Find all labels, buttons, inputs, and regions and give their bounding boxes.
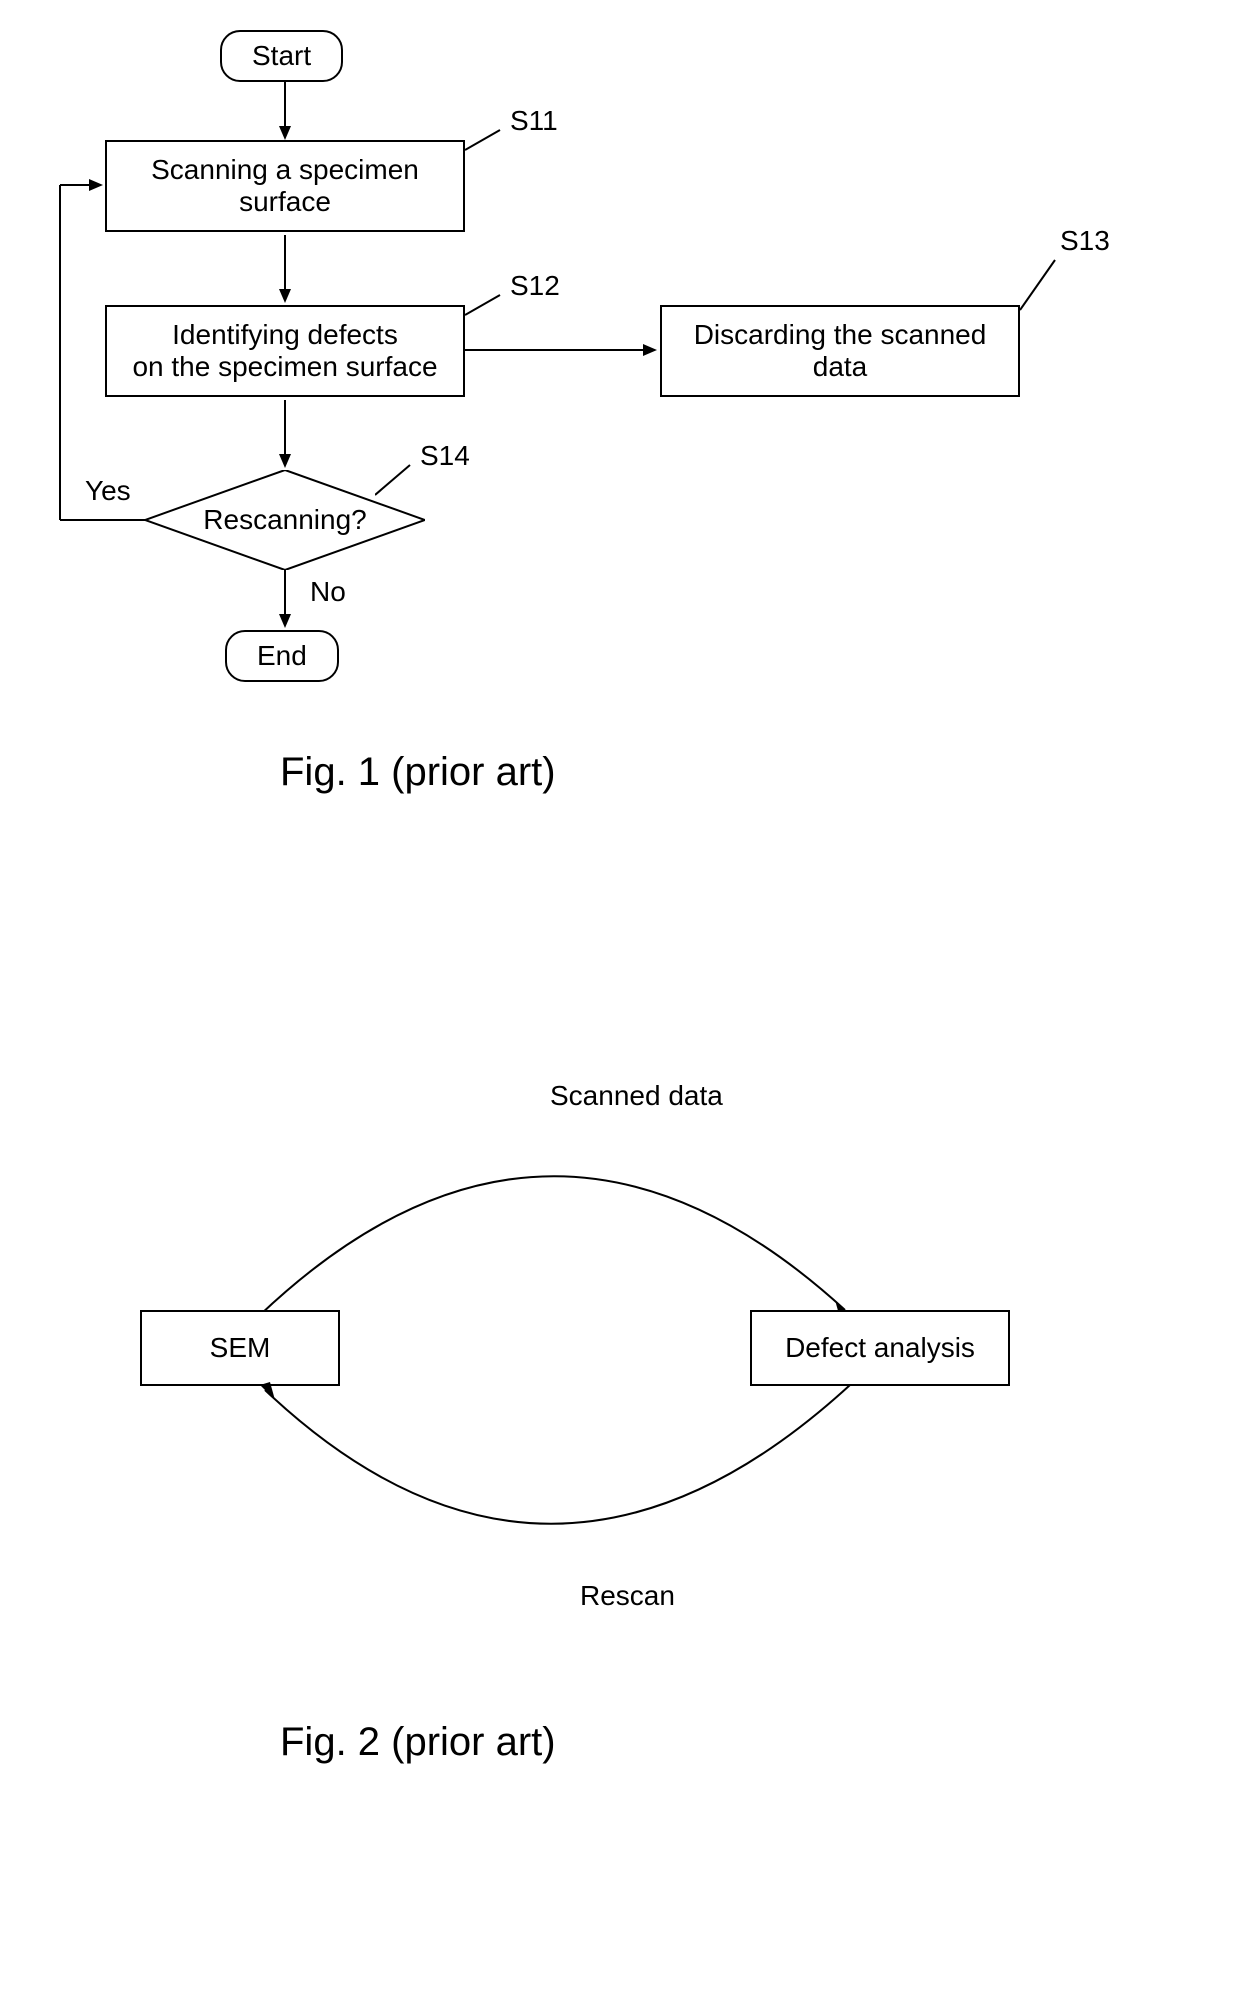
arrow-yes-loop [50, 175, 150, 530]
arrow-defect-sem [250, 1380, 860, 1580]
arrow-s12-s13 [465, 340, 660, 360]
leader-s14 [375, 460, 425, 500]
s12-text: Identifying defects on the specimen surf… [132, 319, 437, 382]
process-s13: Discarding the scanned data [660, 305, 1020, 397]
sem-box: SEM [140, 1310, 340, 1386]
leader-s11 [465, 125, 515, 155]
start-terminator: Start [220, 30, 343, 82]
rescan-label: Rescan [580, 1580, 675, 1612]
s13-text: Discarding the scanned data [694, 319, 987, 382]
arrow-no-end [275, 570, 295, 630]
arrow-sem-defect [250, 1120, 860, 1320]
s14-text: Rescanning? [203, 504, 366, 536]
defect-box: Defect analysis [750, 1310, 1010, 1386]
s11-text: Scanning a specimen surface [151, 154, 419, 217]
process-s11: Scanning a specimen surface [105, 140, 465, 232]
process-s12: Identifying defects on the specimen surf… [105, 305, 465, 397]
end-terminator: End [225, 630, 339, 682]
leader-s12 [465, 290, 515, 320]
label-s12: S12 [510, 270, 560, 302]
sem-text: SEM [210, 1332, 271, 1363]
defect-text: Defect analysis [785, 1332, 975, 1363]
arrow-s12-s14 [275, 400, 295, 470]
label-s13: S13 [1060, 225, 1110, 257]
label-s11: S11 [510, 105, 558, 137]
fig2-caption: Fig. 2 (prior art) [280, 1720, 556, 1765]
no-label: No [310, 576, 346, 608]
arrow-s11-s12 [275, 235, 295, 305]
scanned-data-label: Scanned data [550, 1080, 723, 1112]
fig1-caption: Fig. 1 (prior art) [280, 750, 556, 795]
label-s14: S14 [420, 440, 470, 472]
end-label: End [257, 640, 307, 671]
start-label: Start [252, 40, 311, 71]
leader-s13 [1020, 255, 1070, 315]
arrow-start-s11 [275, 82, 295, 142]
